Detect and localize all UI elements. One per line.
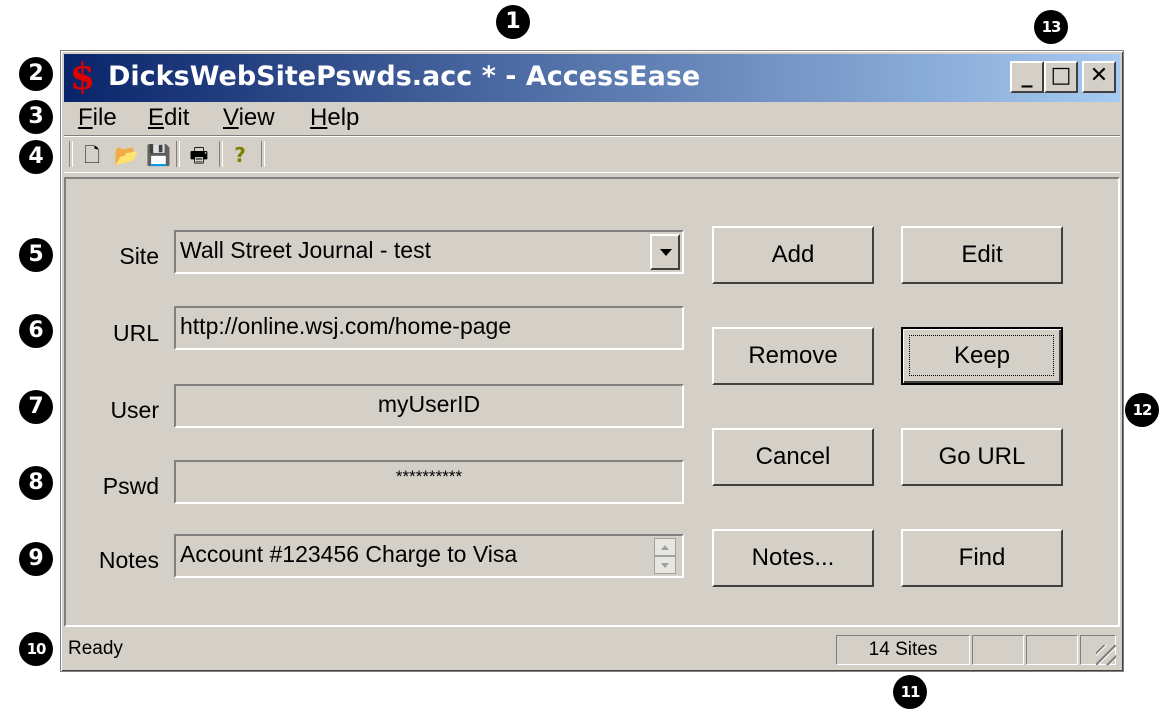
app-window: $ DicksWebSitePswds.acc * - AccessEase _…: [60, 50, 1124, 672]
site-label: Site: [119, 243, 159, 269]
menu-edit[interactable]: Edit: [148, 104, 189, 132]
open-folder-icon[interactable]: 📂: [114, 144, 139, 166]
notes-value: Account #123456 Charge to Visa: [180, 541, 518, 567]
url-label: URL: [112, 320, 159, 346]
callout-1: 1: [496, 5, 530, 39]
menu-file-mnemonic: F: [78, 104, 93, 131]
toolbar: 🗋 📂 💾 🖶 ?: [64, 135, 1120, 173]
resize-grip-icon[interactable]: [1096, 645, 1116, 665]
status-pane-num: [1026, 635, 1078, 665]
menu-file[interactable]: File: [78, 104, 117, 132]
notes-scrollbar[interactable]: [654, 538, 676, 574]
edit-button[interactable]: Edit: [901, 226, 1063, 284]
save-disk-icon[interactable]: 💾: [146, 144, 171, 166]
remove-button[interactable]: Remove: [712, 327, 874, 385]
find-button[interactable]: Find: [901, 529, 1063, 587]
toolbar-separator: [219, 141, 223, 167]
callout-12: 12: [1125, 393, 1159, 427]
add-button[interactable]: Add: [712, 226, 874, 284]
menu-help[interactable]: Help: [310, 104, 359, 132]
menu-edit-mnemonic: E: [148, 104, 165, 131]
site-value: Wall Street Journal - test: [180, 237, 431, 263]
keep-button[interactable]: Keep: [901, 327, 1063, 385]
help-icon[interactable]: ?: [229, 144, 251, 166]
title-bar[interactable]: $ DicksWebSitePswds.acc * - AccessEase _…: [64, 54, 1120, 102]
window-title: DicksWebSitePswds.acc * - AccessEase: [108, 61, 701, 92]
form-panel: Site Wall Street Journal - test URL http…: [64, 177, 1120, 627]
user-field[interactable]: myUserID: [174, 384, 684, 428]
status-message: Ready: [68, 638, 123, 659]
menu-help-label: elp: [327, 104, 360, 131]
url-field[interactable]: http://online.wsj.com/home-page: [174, 306, 684, 350]
callout-11: 11: [893, 675, 927, 709]
status-pane-caps: [972, 635, 1024, 665]
menu-view-mnemonic: V: [223, 104, 239, 131]
cancel-button[interactable]: Cancel: [712, 428, 874, 486]
site-count-pane: 14 Sites: [836, 635, 970, 665]
user-label: User: [110, 397, 159, 423]
notes-field[interactable]: Account #123456 Charge to Visa: [174, 534, 684, 578]
toolbar-separator: [261, 141, 265, 167]
app-logo-icon: $: [70, 56, 96, 98]
pswd-label: Pswd: [102, 473, 159, 499]
menu-view[interactable]: View: [223, 104, 275, 132]
scroll-up-icon[interactable]: [654, 538, 676, 556]
password-field[interactable]: **********: [174, 460, 684, 504]
maximize-button[interactable]: □: [1044, 61, 1078, 93]
toolbar-separator: [176, 141, 180, 167]
callout-10: 10: [19, 632, 53, 666]
callout-3: 3: [19, 100, 53, 134]
notes-button[interactable]: Notes...: [712, 529, 874, 587]
print-icon[interactable]: 🖶: [188, 144, 210, 166]
menu-edit-label: dit: [164, 104, 190, 131]
minimize-button[interactable]: _: [1010, 61, 1044, 93]
new-file-icon[interactable]: 🗋: [81, 144, 103, 166]
close-button[interactable]: ✕: [1082, 61, 1116, 93]
scroll-down-icon[interactable]: [654, 556, 676, 574]
callout-4: 4: [19, 140, 53, 174]
go-url-button[interactable]: Go URL: [901, 428, 1063, 486]
callout-13: 13: [1034, 10, 1068, 44]
notes-label: Notes: [98, 547, 159, 573]
dropdown-arrow-icon[interactable]: [650, 234, 680, 270]
focus-rectangle: [909, 335, 1054, 376]
menu-file-label: ile: [92, 104, 117, 131]
callout-2: 2: [19, 57, 53, 91]
menu-bar: File Edit View Help: [64, 102, 1120, 134]
toolbar-separator: [69, 141, 73, 167]
menu-view-label: iew: [238, 104, 275, 131]
status-bar: Ready 14 Sites: [64, 633, 1120, 669]
site-combobox[interactable]: Wall Street Journal - test: [174, 230, 684, 274]
menu-help-mnemonic: H: [310, 104, 328, 131]
